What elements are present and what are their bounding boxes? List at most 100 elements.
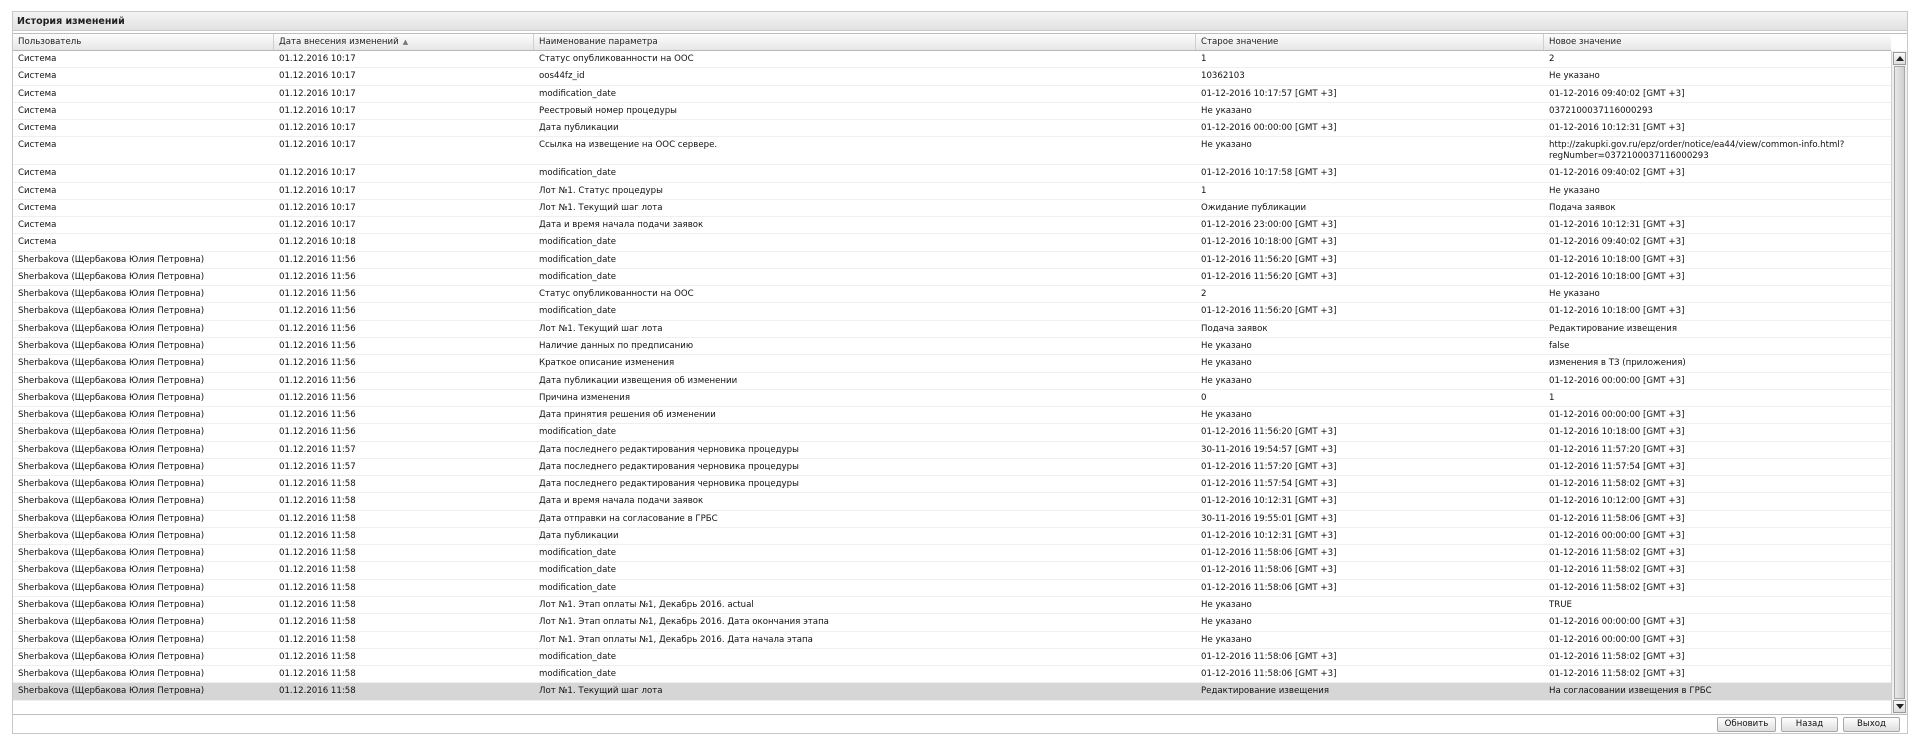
table-row[interactable]: Sherbakova (Щербакова Юлия Петровна) 01.1…: [13, 580, 1891, 597]
cell-new-value: 01-12-2016 00:00:00 [GMT +3]: [1549, 530, 1685, 541]
cell-user: Sherbakova (Щербакова Юлия Петровна): [18, 669, 205, 680]
table-row[interactable]: Система 01.12.2016 10:17 Дата и время нача…: [13, 217, 1891, 235]
cell-new-value: 01-12-2016 09:40:02 [GMT +3]: [1549, 88, 1685, 99]
cell-old-value: Не указано: [1201, 375, 1252, 386]
cell-user: Sherbakova (Щербакова Юлия Петровна): [18, 548, 205, 559]
cell-parameter: Дата публикации: [539, 530, 619, 541]
back-button[interactable]: Назад: [1781, 717, 1838, 732]
cell-parameter: Краткое описание изменения: [539, 358, 675, 369]
grid-body: Система 01.12.2016 10:17 Статус опубликова…: [13, 51, 1891, 714]
cell-parameter: modification_date: [539, 427, 617, 438]
cell-user: Sherbakova (Щербакова Юлия Петровна): [18, 375, 205, 386]
cell-user: Sherbakova (Щербакова Юлия Петровна): [18, 427, 205, 438]
cell-date: 01.12.2016 10:17: [279, 185, 356, 196]
table-row[interactable]: Sherbakova (Щербакова Юлия Петровна) 01.1…: [13, 442, 1891, 459]
cell-date: 01.12.2016 11:58: [279, 513, 356, 524]
column-header-new-value[interactable]: Новое значение: [1544, 34, 1891, 50]
cell-user: Sherbakova (Щербакова Юлия Петровна): [18, 271, 205, 282]
table-row[interactable]: Sherbakova (Щербакова Юлия Петровна) 01.1…: [13, 407, 1891, 425]
column-header-date[interactable]: Дата внесения изменений ▲: [274, 34, 534, 50]
cell-old-value: 01-12-2016 11:56:20 [GMT +3]: [1201, 254, 1337, 265]
table-row[interactable]: Sherbakova (Щербакова Юлия Петровна) 01.1…: [13, 511, 1891, 528]
column-header-parameter[interactable]: Наименование параметра: [534, 34, 1196, 50]
table-row[interactable]: Sherbakova (Щербакова Юлия Петровна) 01.1…: [13, 424, 1891, 442]
cell-date: 01.12.2016 11:57: [279, 444, 356, 455]
table-row[interactable]: Sherbakova (Щербакова Юлия Петровна) 01.1…: [13, 614, 1891, 632]
cell-old-value: Редактирование извещения: [1201, 686, 1329, 697]
refresh-button[interactable]: Обновить: [1717, 717, 1776, 732]
cell-old-value: Не указано: [1201, 599, 1252, 610]
cell-parameter: Статус опубликованности на ООС: [539, 54, 694, 64]
table-row[interactable]: Sherbakova (Щербакова Юлия Петровна) 01.1…: [13, 390, 1891, 408]
table-row[interactable]: Система 01.12.2016 10:17 Реестровый номер …: [13, 103, 1891, 121]
cell-parameter: oos44fz_id: [539, 71, 585, 82]
cell-old-value: 30-11-2016 19:54:57 [GMT +3]: [1201, 444, 1337, 455]
column-header-user[interactable]: Пользователь: [13, 34, 274, 50]
table-row[interactable]: Sherbakova (Щербакова Юлия Петровна) 01.1…: [13, 597, 1891, 615]
table-row[interactable]: Система 01.12.2016 10:18 modification_date…: [13, 234, 1891, 252]
table-row[interactable]: Sherbakova (Щербакова Юлия Петровна) 01.1…: [13, 303, 1891, 321]
cell-user: Sherbakova (Щербакова Юлия Петровна): [18, 565, 205, 576]
table-row[interactable]: Sherbakova (Щербакова Юлия Петровна) 01.1…: [13, 373, 1891, 390]
cell-date: 01.12.2016 11:56: [279, 306, 356, 317]
table-row[interactable]: Sherbakova (Щербакова Юлия Петровна) 01.1…: [13, 562, 1891, 580]
table-row[interactable]: Sherbakova (Щербакова Юлия Петровна) 01.1…: [13, 321, 1891, 338]
cell-old-value: 01-12-2016 10:12:31 [GMT +3]: [1201, 530, 1337, 541]
cell-user: Sherbakova (Щербакова Юлия Петровна): [18, 479, 205, 490]
cell-old-value: 01-12-2016 11:58:06 [GMT +3]: [1201, 651, 1337, 662]
table-row[interactable]: Sherbakova (Щербакова Юлия Петровна) 01.1…: [13, 286, 1891, 304]
cell-date: 01.12.2016 11:56: [279, 323, 356, 334]
cell-parameter: Дата отправки на согласование в ГРБС: [539, 513, 718, 524]
scroll-down-button[interactable]: [1893, 700, 1906, 713]
cell-new-value: false: [1549, 340, 1570, 351]
table-row[interactable]: Система 01.12.2016 10:17 Дата публикации 01…: [13, 120, 1891, 138]
cell-user: Sherbakova (Щербакова Юлия Петровна): [18, 410, 205, 421]
table-row[interactable]: Система 01.12.2016 10:17 Лот №1. Статус пр…: [13, 183, 1891, 200]
table-row[interactable]: Система 01.12.2016 10:17 Статус опубликова…: [13, 51, 1891, 69]
cell-user: Sherbakova (Щербакова Юлия Петровна): [18, 461, 205, 472]
table-row[interactable]: Sherbakova (Щербакова Юлия Петровна) 01.1…: [13, 269, 1891, 287]
cell-parameter: Причина изменения: [539, 392, 630, 403]
cell-old-value: Не указано: [1201, 410, 1252, 421]
table-row[interactable]: Система 01.12.2016 10:17 Лот №1. Текущий ш…: [13, 200, 1891, 218]
cell-parameter: Наличие данных по предписанию: [539, 340, 694, 351]
cell-old-value: 30-11-2016 19:55:01 [GMT +3]: [1201, 513, 1337, 524]
cell-date: 01.12.2016 11:58: [279, 686, 356, 697]
scrollbar-thumb[interactable]: [1894, 66, 1905, 699]
table-row[interactable]: Sherbakova (Щербакова Юлия Петровна) 01.1…: [13, 683, 1891, 701]
table-row[interactable]: Sherbakova (Щербакова Юлия Петровна) 01.1…: [13, 545, 1891, 563]
cell-date: 01.12.2016 11:56: [279, 427, 356, 438]
column-header-old-value[interactable]: Старое значение: [1196, 34, 1544, 50]
table-row[interactable]: Система 01.12.2016 10:17 modification_date…: [13, 165, 1891, 183]
cell-old-value: 01-12-2016 10:12:31 [GMT +3]: [1201, 496, 1337, 507]
cell-old-value: 01-12-2016 11:58:06 [GMT +3]: [1201, 582, 1337, 593]
table-row[interactable]: Система 01.12.2016 10:17 modification_date…: [13, 86, 1891, 103]
cell-new-value: Не указано: [1549, 71, 1600, 82]
table-row[interactable]: Sherbakova (Щербакова Юлия Петровна) 01.1…: [13, 338, 1891, 356]
table-row[interactable]: Sherbakova (Щербакова Юлия Петровна) 01.1…: [13, 476, 1891, 494]
table-row[interactable]: Sherbakova (Щербакова Юлия Петровна) 01.1…: [13, 528, 1891, 546]
table-row[interactable]: Система 01.12.2016 10:17 oos44fz_id 1036210…: [13, 68, 1891, 86]
table-row[interactable]: Sherbakova (Щербакова Юлия Петровна) 01.1…: [13, 666, 1891, 684]
scroll-up-button[interactable]: [1893, 52, 1906, 65]
cell-new-value: 01-12-2016 11:58:02 [GMT +3]: [1549, 669, 1685, 680]
cell-old-value: Не указано: [1201, 140, 1252, 151]
cell-old-value: Подача заявок: [1201, 323, 1268, 334]
cell-old-value: 01-12-2016 11:56:20 [GMT +3]: [1201, 271, 1337, 282]
table-row[interactable]: Sherbakova (Щербакова Юлия Петровна) 01.1…: [13, 355, 1891, 373]
table-row[interactable]: Sherbakova (Щербакова Юлия Петровна) 01.1…: [13, 252, 1891, 269]
vertical-scrollbar[interactable]: [1891, 51, 1907, 714]
exit-button[interactable]: Выход: [1843, 717, 1900, 732]
table-row[interactable]: Система 01.12.2016 10:17 Ссылка на извещен…: [13, 137, 1891, 166]
table-row[interactable]: Sherbakova (Щербакова Юлия Петровна) 01.1…: [13, 632, 1891, 649]
cell-date: 01.12.2016 10:18: [279, 237, 356, 248]
cell-user: Sherbakova (Щербакова Юлия Петровна): [18, 686, 205, 697]
cell-new-value: 01-12-2016 09:40:02 [GMT +3]: [1549, 237, 1685, 248]
cell-old-value: Не указано: [1201, 634, 1252, 645]
cell-parameter: modification_date: [539, 306, 617, 317]
table-row[interactable]: Sherbakova (Щербакова Юлия Петровна) 01.1…: [13, 649, 1891, 667]
table-row[interactable]: Sherbakova (Щербакова Юлия Петровна) 01.1…: [13, 459, 1891, 477]
table-row[interactable]: Sherbakova (Щербакова Юлия Петровна) 01.1…: [13, 493, 1891, 511]
cell-date: 01.12.2016 11:58: [279, 669, 356, 680]
cell-old-value: 10362103: [1201, 71, 1245, 82]
